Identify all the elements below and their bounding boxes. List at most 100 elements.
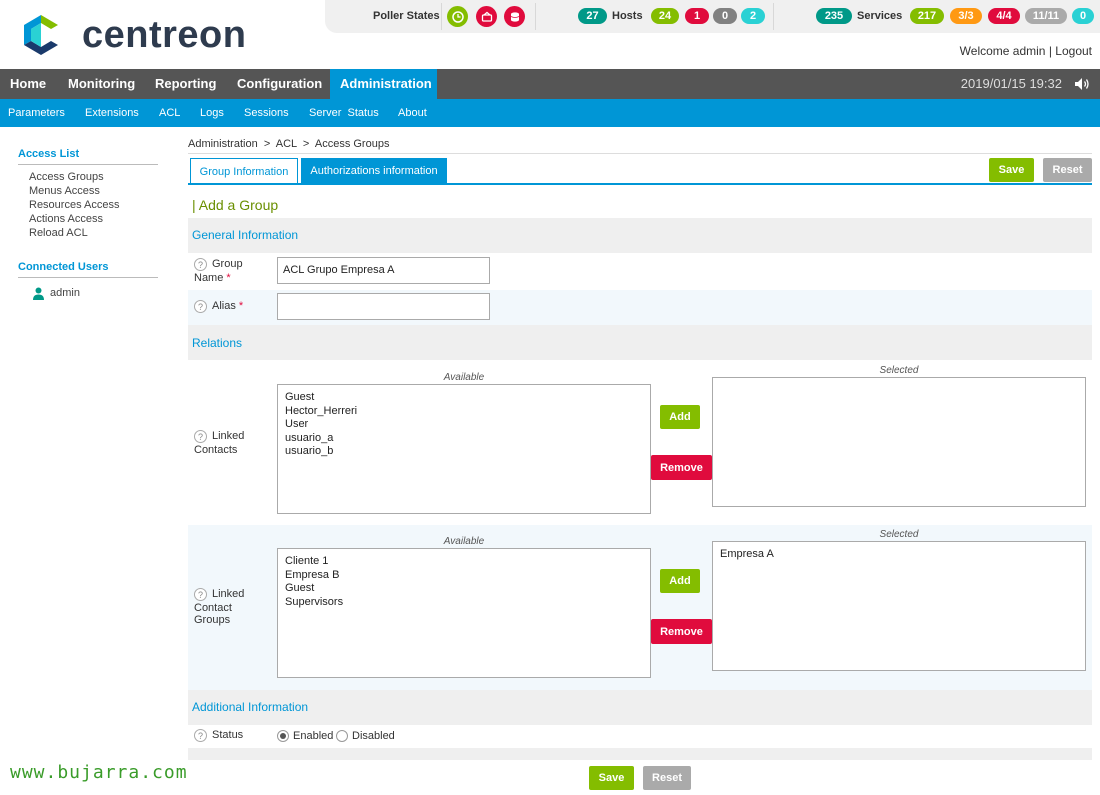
services-unknown-badge[interactable]: 11/11 bbox=[1025, 8, 1067, 24]
subnav-extensions[interactable]: Extensions bbox=[85, 99, 139, 127]
list-item[interactable]: usuario_b bbox=[285, 445, 643, 459]
subnav-acl[interactable]: ACL bbox=[159, 99, 180, 127]
status-disabled-radio[interactable] bbox=[336, 730, 348, 742]
nav-home[interactable]: Home bbox=[0, 69, 56, 99]
breadcrumb-administration[interactable]: Administration bbox=[188, 138, 258, 150]
contacts-available-list[interactable]: Guest Hector_Herreri User usuario_a usua… bbox=[277, 384, 651, 514]
sidebar-item-access-groups[interactable]: Access Groups bbox=[29, 171, 104, 183]
sidebar-access-list-title: Access List bbox=[18, 148, 158, 165]
status-label: Status bbox=[212, 729, 244, 741]
status-enabled-label[interactable]: Enabled bbox=[293, 730, 333, 743]
sidebar-item-resources-access[interactable]: Resources Access bbox=[29, 199, 119, 211]
reset-button-top[interactable]: Reset bbox=[1043, 158, 1092, 182]
help-icon[interactable]: ? bbox=[194, 588, 207, 601]
groups-selected-caption: Selected bbox=[879, 529, 919, 540]
group-name-input[interactable]: ACL Grupo Empresa A bbox=[277, 257, 490, 284]
groups-selected-list[interactable]: Empresa A bbox=[712, 541, 1086, 671]
linked-groups-label-line3: Groups bbox=[194, 614, 231, 626]
reset-button-bottom[interactable]: Reset bbox=[643, 766, 691, 790]
groups-add-button[interactable]: Add bbox=[660, 569, 700, 593]
form-footer-bar bbox=[188, 748, 1092, 760]
group-name-label: Group bbox=[194, 258, 243, 271]
welcome-text: Welcome admin bbox=[959, 44, 1046, 58]
sub-nav: Parameters Extensions ACL Logs Sessions … bbox=[0, 99, 1100, 127]
list-item[interactable]: Supervisors bbox=[285, 596, 643, 610]
form-title: | Add a Group bbox=[192, 197, 279, 213]
breadcrumb-acl[interactable]: ACL bbox=[276, 138, 297, 150]
status-topbar: Poller States 27 Hosts 24 1 0 2 235 Serv… bbox=[325, 0, 1100, 33]
groups-remove-button[interactable]: Remove bbox=[651, 619, 712, 644]
services-warning-badge[interactable]: 3/3 bbox=[950, 8, 982, 24]
list-item[interactable]: Guest bbox=[285, 582, 643, 596]
nav-configuration[interactable]: Configuration bbox=[227, 69, 332, 99]
contacts-selected-list[interactable] bbox=[712, 377, 1086, 507]
poller-database-icon[interactable] bbox=[504, 6, 525, 27]
hosts-unreachable-badge[interactable]: 0 bbox=[713, 8, 737, 24]
centreon-logo[interactable]: centreon bbox=[18, 12, 278, 58]
list-item[interactable]: Empresa B bbox=[285, 569, 643, 583]
tab-authorizations-information[interactable]: Authorizations information bbox=[301, 158, 447, 184]
alias-input[interactable] bbox=[277, 293, 490, 320]
list-item[interactable]: usuario_a bbox=[285, 432, 643, 446]
breadcrumb-separator: > bbox=[302, 138, 310, 150]
contacts-remove-button[interactable]: Remove bbox=[651, 455, 712, 480]
additional-section-header bbox=[188, 690, 1092, 725]
list-item[interactable]: Guest bbox=[285, 391, 643, 405]
services-label: Services bbox=[857, 10, 903, 22]
hosts-pending-badge[interactable]: 2 bbox=[741, 8, 765, 24]
services-ok-badge[interactable]: 217 bbox=[910, 8, 944, 24]
contacts-available-caption: Available bbox=[443, 372, 485, 383]
help-icon[interactable]: ? bbox=[194, 729, 207, 742]
subnav-about[interactable]: About bbox=[398, 99, 427, 127]
contacts-add-button[interactable]: Add bbox=[660, 405, 700, 429]
save-button-top[interactable]: Save bbox=[989, 158, 1034, 182]
list-item[interactable]: Cliente 1 bbox=[285, 555, 643, 569]
poller-clock-icon[interactable] bbox=[447, 6, 468, 27]
sidebar-item-menus-access[interactable]: Menus Access bbox=[29, 185, 100, 197]
list-item[interactable]: User bbox=[285, 418, 643, 432]
services-pending-badge[interactable]: 0 bbox=[1072, 8, 1094, 24]
list-item[interactable]: Empresa A bbox=[720, 548, 1078, 562]
breadcrumb-separator: > bbox=[263, 138, 271, 150]
hosts-total-badge[interactable]: 27 bbox=[578, 8, 607, 24]
welcome-bar: Welcome admin | Logout bbox=[960, 44, 1092, 58]
hosts-down-badge[interactable]: 1 bbox=[685, 8, 709, 24]
status-enabled-radio[interactable] bbox=[277, 730, 289, 742]
contacts-selected-caption: Selected bbox=[879, 365, 919, 376]
speaker-icon[interactable] bbox=[1074, 77, 1090, 91]
poller-latency-icon[interactable] bbox=[476, 6, 497, 27]
required-marker: * bbox=[238, 300, 244, 312]
subnav-server-status[interactable]: Server Status bbox=[309, 99, 379, 127]
sidebar-connected-users-title: Connected Users bbox=[18, 261, 158, 278]
nav-monitoring[interactable]: Monitoring bbox=[58, 69, 145, 99]
welcome-separator: | bbox=[1048, 44, 1052, 58]
general-section-header bbox=[188, 218, 1092, 253]
topbar-separator bbox=[441, 3, 442, 30]
sidebar-item-reload-acl[interactable]: Reload ACL bbox=[29, 227, 88, 239]
services-critical-badge[interactable]: 4/4 bbox=[988, 8, 1020, 24]
subnav-sessions[interactable]: Sessions bbox=[244, 99, 289, 127]
breadcrumb-access-groups[interactable]: Access Groups bbox=[315, 138, 390, 150]
app-root: centreon Poller States 27 Hosts 24 1 0 2… bbox=[0, 0, 1100, 795]
tab-group-information[interactable]: Group Information bbox=[190, 158, 298, 184]
general-section-title: General Information bbox=[192, 228, 299, 242]
alias-label-wrap: Alias * bbox=[212, 300, 243, 313]
linked-contacts-label-line2: Contacts bbox=[194, 444, 238, 456]
logout-link[interactable]: Logout bbox=[1055, 44, 1092, 58]
subnav-parameters[interactable]: Parameters bbox=[8, 99, 65, 127]
additional-section-title: Additional Information bbox=[192, 700, 309, 714]
list-item[interactable]: Hector_Herreri bbox=[285, 405, 643, 419]
services-total-badge[interactable]: 235 bbox=[816, 8, 852, 24]
help-icon[interactable]: ? bbox=[194, 300, 207, 313]
status-disabled-label[interactable]: Disabled bbox=[352, 730, 395, 743]
connected-user-admin[interactable]: admin bbox=[50, 287, 80, 299]
groups-available-list[interactable]: Cliente 1 Empresa B Guest Supervisors bbox=[277, 548, 651, 678]
hosts-label: Hosts bbox=[612, 10, 643, 22]
subnav-logs[interactable]: Logs bbox=[200, 99, 224, 127]
nav-administration[interactable]: Administration bbox=[330, 69, 437, 99]
hosts-up-badge[interactable]: 24 bbox=[651, 8, 679, 24]
sidebar-item-actions-access[interactable]: Actions Access bbox=[29, 213, 103, 225]
help-icon[interactable]: ? bbox=[194, 430, 207, 443]
nav-reporting[interactable]: Reporting bbox=[145, 69, 226, 99]
save-button-bottom[interactable]: Save bbox=[589, 766, 634, 790]
